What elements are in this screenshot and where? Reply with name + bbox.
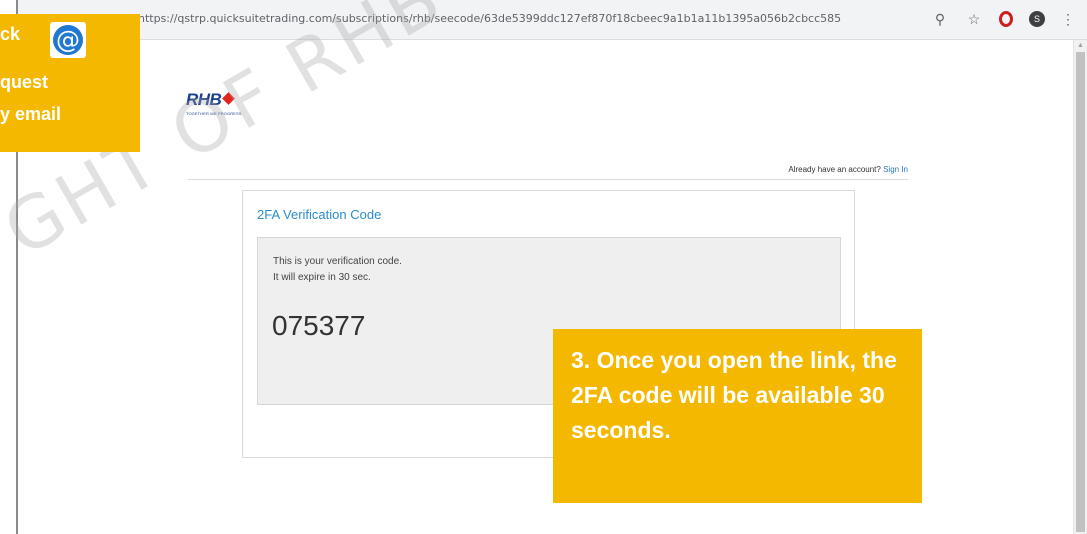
account-prompt: Already have an account? <box>788 165 881 174</box>
sign-in-link[interactable]: Sign In <box>883 165 908 174</box>
logo-tagline: TOGETHER WE PROGRESS <box>186 111 242 116</box>
rhb-logo: RHB TOGETHER WE PROGRESS <box>186 90 242 116</box>
url-text[interactable]: https://qstrp.quicksuitetrading.com/subs… <box>138 12 841 25</box>
opera-icon[interactable] <box>999 11 1013 27</box>
code-expiry: It will expire in 30 sec. <box>273 272 371 283</box>
address-bar[interactable]: https://qstrp.quicksuitetrading.com/subs… <box>18 0 1087 40</box>
instruction-callout-right: 3. Once you open the link, the 2FA code … <box>553 329 922 503</box>
callout-line-2: quest <box>0 72 49 92</box>
callout-text: 3. Once you open the link, the 2FA code … <box>571 347 897 443</box>
logo-wordmark: RHB <box>186 90 222 109</box>
scroll-up-icon[interactable]: ▲ <box>1077 42 1084 49</box>
instruction-callout-left: ck @ quest y email <box>0 14 140 152</box>
star-icon[interactable]: ☆ <box>965 9 983 29</box>
at-icon: @ <box>53 25 83 55</box>
logo-diamond-icon <box>222 92 236 105</box>
callout-line-1: ck <box>0 24 21 44</box>
zoom-icon[interactable]: ⚲ <box>931 9 949 29</box>
callout-line-3: y email <box>0 104 62 124</box>
code-description: This is your verification code. <box>273 256 402 267</box>
verification-code: 075377 <box>272 310 366 341</box>
scroll-thumb[interactable] <box>1076 52 1085 532</box>
profile-avatar[interactable]: S <box>1029 11 1045 27</box>
menu-kebab-icon[interactable]: ⋮ <box>1061 10 1075 28</box>
account-row: Already have an account? Sign In <box>188 165 908 180</box>
card-title: 2FA Verification Code <box>257 207 382 222</box>
browser-toolbar: ⚲ ☆ S ⋮ <box>931 9 1075 29</box>
page-scrollbar[interactable]: ▲ <box>1073 40 1087 534</box>
email-icon: @ <box>50 22 86 58</box>
